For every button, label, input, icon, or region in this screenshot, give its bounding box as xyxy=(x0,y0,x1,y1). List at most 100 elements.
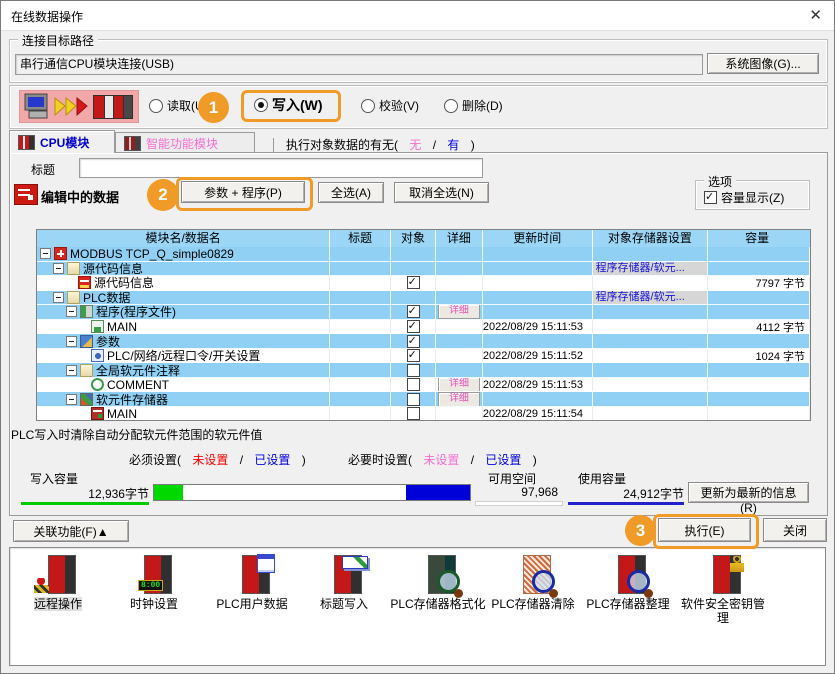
toolbar-item-label: 远程操作 xyxy=(34,597,82,611)
connection-path-field: 串行通信CPU模块连接(USB) xyxy=(15,54,703,75)
detail-cell xyxy=(436,349,483,363)
close-icon[interactable]: ✕ xyxy=(809,6,822,24)
data-name-label: 软元件存储器 xyxy=(96,392,168,406)
toolbar-item-3[interactable]: PLC用户数据 xyxy=(204,554,300,611)
table-row[interactable]: 源代码信息 程序存储器/软元... xyxy=(37,262,810,277)
capacity-cell xyxy=(708,291,810,305)
header-update-time[interactable]: 更新时间 xyxy=(483,230,593,247)
module-data-name-cell: PLC/网络/远程口令/开关设置 xyxy=(37,349,330,363)
header-target[interactable]: 对象 xyxy=(391,230,436,247)
target-checkbox[interactable] xyxy=(407,364,420,377)
tab-intelligent-function-module[interactable]: 智能功能模块 xyxy=(115,132,255,153)
deselect-all-button[interactable]: 取消全选(N) xyxy=(394,182,489,203)
tree-collapse-icon[interactable] xyxy=(66,336,77,347)
tab-cpu-module[interactable]: CPU模块 xyxy=(9,130,115,153)
update-time-cell xyxy=(483,363,593,377)
radio-verify[interactable]: 校验(V) xyxy=(361,97,419,114)
update-time-cell: 2022/08/29 15:11:53 xyxy=(483,320,593,334)
target-checkbox[interactable] xyxy=(407,407,420,420)
execute-button[interactable]: 执行(E) xyxy=(658,518,751,542)
target-checkbox[interactable] xyxy=(407,320,420,333)
tree-collapse-icon[interactable] xyxy=(40,248,51,259)
data-name-label: 源代码信息 xyxy=(83,262,143,276)
update-time-cell xyxy=(483,392,593,406)
module-data-name-cell: 全局软元件注释 xyxy=(37,363,330,377)
radio-delete[interactable]: 删除(D) xyxy=(444,97,503,114)
used-capacity-underline xyxy=(568,502,684,505)
target-memory-setting[interactable]: 程序存储器/软元... xyxy=(593,291,708,304)
radio-write[interactable]: 写入(W) xyxy=(254,95,323,115)
table-row[interactable]: 全局软元件注释 xyxy=(37,363,810,378)
toolbar-item-8[interactable]: 软件安全密钥管理 xyxy=(675,554,771,625)
table-row[interactable]: 软元件存储器 详细 xyxy=(37,392,810,407)
detail-button[interactable]: 详细 xyxy=(438,305,480,319)
header-module-data-name[interactable]: 模块名/数据名 xyxy=(37,230,330,247)
tree-collapse-icon[interactable] xyxy=(53,263,64,274)
capacity-display-checkbox[interactable] xyxy=(704,191,717,204)
update-time-cell: 2022/08/29 15:11:53 xyxy=(483,378,593,392)
radio-read-circle xyxy=(149,99,163,113)
table-row[interactable]: COMMENT详细2022/08/29 15:11:53 xyxy=(37,378,810,393)
detail-button[interactable]: 详细 xyxy=(438,392,480,406)
clock-setting-icon xyxy=(130,554,178,594)
title-cell xyxy=(330,392,391,406)
table-row[interactable]: MAIN2022/08/29 15:11:534112 字节 xyxy=(37,320,810,335)
header-target-memory-setting[interactable]: 对象存储器设置 xyxy=(593,230,709,247)
capacity-display-option[interactable]: 容量显示(Z) xyxy=(704,189,784,206)
related-functions-button[interactable]: 关联功能(F)▲ xyxy=(13,520,129,542)
capacity-cell xyxy=(708,363,810,377)
refresh-info-button[interactable]: 更新为最新的信息(R) xyxy=(688,482,809,503)
table-row[interactable]: 源代码信息7797 字节 xyxy=(37,276,810,291)
detail-cell xyxy=(436,262,483,276)
folder-icon xyxy=(67,291,80,304)
parameter-program-button[interactable]: 参数 + 程序(P) xyxy=(181,181,305,203)
table-row[interactable]: 参数 xyxy=(37,334,810,349)
target-memory-cell: 程序存储器/软元... xyxy=(593,262,709,276)
title-cell xyxy=(330,305,391,319)
tree-collapse-icon[interactable] xyxy=(53,292,64,303)
target-memory-setting[interactable]: 程序存储器/软元... xyxy=(593,262,708,275)
module-data-name-cell: 源代码信息 xyxy=(37,276,330,290)
toolbar-item-1[interactable]: 远程操作 xyxy=(10,554,106,611)
header-capacity[interactable]: 容量 xyxy=(708,230,810,247)
system-image-button[interactable]: 系统图像(G)... xyxy=(707,53,819,74)
target-checkbox[interactable] xyxy=(407,335,420,348)
table-row[interactable]: MODBUS TCP_Q_simple0829 xyxy=(37,247,810,262)
table-row[interactable]: PLC/网络/远程口令/开关设置2022/08/29 15:11:521024 … xyxy=(37,349,810,364)
toolbar-item-4[interactable]: 标题写入 xyxy=(296,554,392,611)
execute-target-presence-text: 执行对象数据的有无( 无 / 有 ) xyxy=(273,136,475,153)
capacity-cell xyxy=(708,407,810,421)
target-checkbox[interactable] xyxy=(407,393,420,406)
toolbar-item-2[interactable]: 时钟设置 xyxy=(106,554,202,611)
target-checkbox[interactable] xyxy=(407,276,420,289)
header-title[interactable]: 标题 xyxy=(330,230,391,247)
close-button[interactable]: 关闭 xyxy=(763,518,827,542)
tree-collapse-icon[interactable] xyxy=(66,306,77,317)
toolbar-item-label: PLC存储器清除 xyxy=(491,597,574,611)
capacity-cell xyxy=(708,247,810,261)
table-row[interactable]: PLC数据 程序存储器/软元... xyxy=(37,291,810,306)
options-group-label: 选项 xyxy=(704,173,736,190)
toolbar-item-7[interactable]: PLC存储器整理 xyxy=(580,554,676,611)
data-name-label: PLC数据 xyxy=(83,291,130,305)
select-all-button[interactable]: 全选(A) xyxy=(318,182,384,203)
header-detail[interactable]: 详细 xyxy=(436,230,483,247)
folder-icon xyxy=(67,262,80,275)
table-row[interactable]: 程序(程序文件)详细 xyxy=(37,305,810,320)
title-input[interactable] xyxy=(79,158,483,178)
tree-collapse-icon[interactable] xyxy=(66,394,77,405)
target-checkbox[interactable] xyxy=(407,378,420,391)
detail-button[interactable]: 详细 xyxy=(438,378,480,392)
plc-memory-clear-icon xyxy=(509,554,557,594)
toolbar-item-5[interactable]: PLC存储器格式化 xyxy=(390,554,486,611)
toolbar-item-6[interactable]: PLC存储器清除 xyxy=(485,554,581,611)
plc-memory-arrange-icon xyxy=(604,554,652,594)
module-data-name-cell: 参数 xyxy=(37,334,330,348)
target-checkbox[interactable] xyxy=(407,305,420,318)
tree-collapse-icon[interactable] xyxy=(66,365,77,376)
target-checkbox[interactable] xyxy=(407,349,420,362)
target-cell xyxy=(391,305,436,319)
table-row[interactable]: MAIN2022/08/29 15:11:54 xyxy=(37,407,810,421)
target-cell xyxy=(391,349,436,363)
data-name-label: MAIN xyxy=(107,320,137,334)
